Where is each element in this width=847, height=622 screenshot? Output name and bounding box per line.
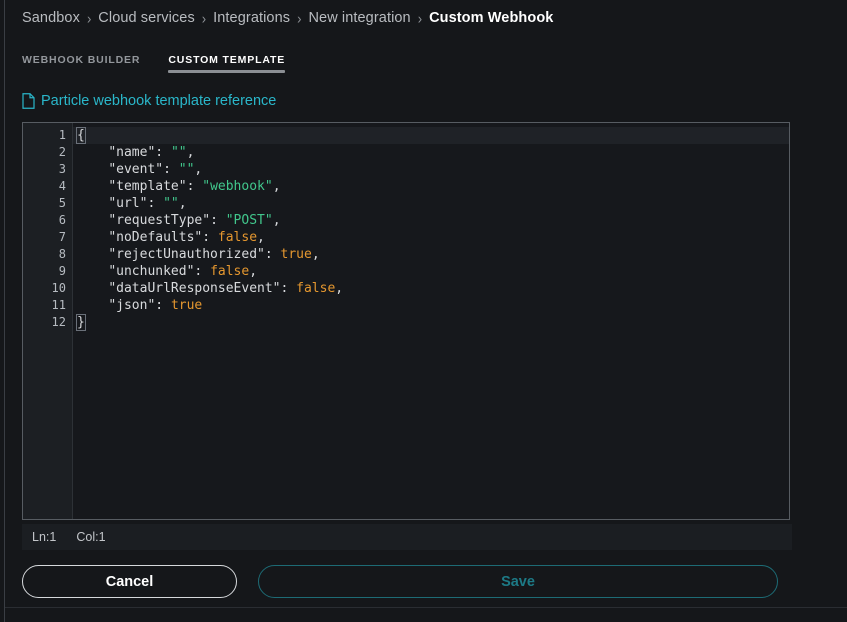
line-number: 9 xyxy=(58,264,66,278)
code-line[interactable]: "json": true xyxy=(73,297,789,314)
line-number: 3 xyxy=(58,162,66,176)
sidebar-divider xyxy=(4,0,5,622)
page-root: Sandbox › Cloud services › Integrations › New … xyxy=(0,0,847,622)
breadcrumb-item-cloud-services[interactable]: Cloud services xyxy=(98,10,195,26)
save-button[interactable]: Save xyxy=(258,565,778,598)
code-editor[interactable]: 1▾2 3 4 5 6 7 8 9 10 11 12 { "name": "", "event": … xyxy=(22,122,790,520)
breadcrumb-item-new-integration[interactable]: New integration xyxy=(308,10,410,26)
action-button-row: Cancel Save xyxy=(22,565,778,598)
code-line[interactable]: "name": "", xyxy=(73,144,789,161)
code-line[interactable]: "dataUrlResponseEvent": false, xyxy=(73,280,789,297)
line-number: 8 xyxy=(58,247,66,261)
code-line[interactable]: "rejectUnauthorized": true, xyxy=(73,246,789,263)
breadcrumb-item-custom-webhook: Custom Webhook xyxy=(429,10,554,26)
tab-custom-template[interactable]: CUSTOM TEMPLATE xyxy=(168,54,285,73)
breadcrumb: Sandbox › Cloud services › Integrations › New … xyxy=(22,6,553,30)
code-line[interactable]: "unchunked": false, xyxy=(73,263,789,280)
breadcrumb-separator-icon: › xyxy=(86,9,92,27)
webhook-template-reference-link[interactable]: Particle webhook template reference xyxy=(22,93,276,109)
status-column-indicator: Col:1 xyxy=(76,530,106,544)
line-number: 7 xyxy=(58,230,66,244)
breadcrumb-item-sandbox[interactable]: Sandbox xyxy=(22,10,80,26)
line-number: 1▾ xyxy=(23,127,79,144)
line-number: 5 xyxy=(58,196,66,210)
code-line[interactable]: "event": "", xyxy=(73,161,789,178)
line-number: 12 xyxy=(51,315,66,329)
line-number: 11 xyxy=(51,298,66,312)
cancel-button[interactable]: Cancel xyxy=(22,565,237,598)
page-bottom-divider xyxy=(5,607,847,608)
code-line[interactable]: "noDefaults": false, xyxy=(73,229,789,246)
bracket-match-highlight: { xyxy=(76,127,86,144)
editor-status-bar: Ln:1 Col:1 xyxy=(22,524,792,550)
line-number: 6 xyxy=(58,213,66,227)
breadcrumb-item-integrations[interactable]: Integrations xyxy=(213,10,290,26)
bracket-match-highlight: } xyxy=(76,314,86,331)
breadcrumb-separator-icon: › xyxy=(417,9,423,27)
breadcrumb-separator-icon: › xyxy=(201,9,207,27)
tab-webhook-builder[interactable]: WEBHOOK BUILDER xyxy=(22,54,140,73)
document-icon xyxy=(22,93,35,109)
code-line[interactable]: } xyxy=(73,314,789,331)
reference-link-label: Particle webhook template reference xyxy=(41,93,277,109)
code-content-area[interactable]: { "name": "", "event": "", "template": "… xyxy=(73,123,789,519)
line-number: 2 xyxy=(58,145,66,159)
status-line-indicator: Ln:1 xyxy=(32,530,57,544)
tab-bar: WEBHOOK BUILDER CUSTOM TEMPLATE xyxy=(22,47,313,73)
code-line[interactable]: "requestType": "POST", xyxy=(73,212,789,229)
line-number: 10 xyxy=(51,281,66,295)
line-number-gutter: 1▾2 3 4 5 6 7 8 9 10 11 12 xyxy=(23,123,79,519)
code-line[interactable]: "template": "webhook", xyxy=(73,178,789,195)
breadcrumb-separator-icon: › xyxy=(297,9,302,27)
line-number: 4 xyxy=(58,179,66,193)
code-line[interactable]: "url": "", xyxy=(73,195,789,212)
code-line[interactable]: { xyxy=(73,127,789,144)
